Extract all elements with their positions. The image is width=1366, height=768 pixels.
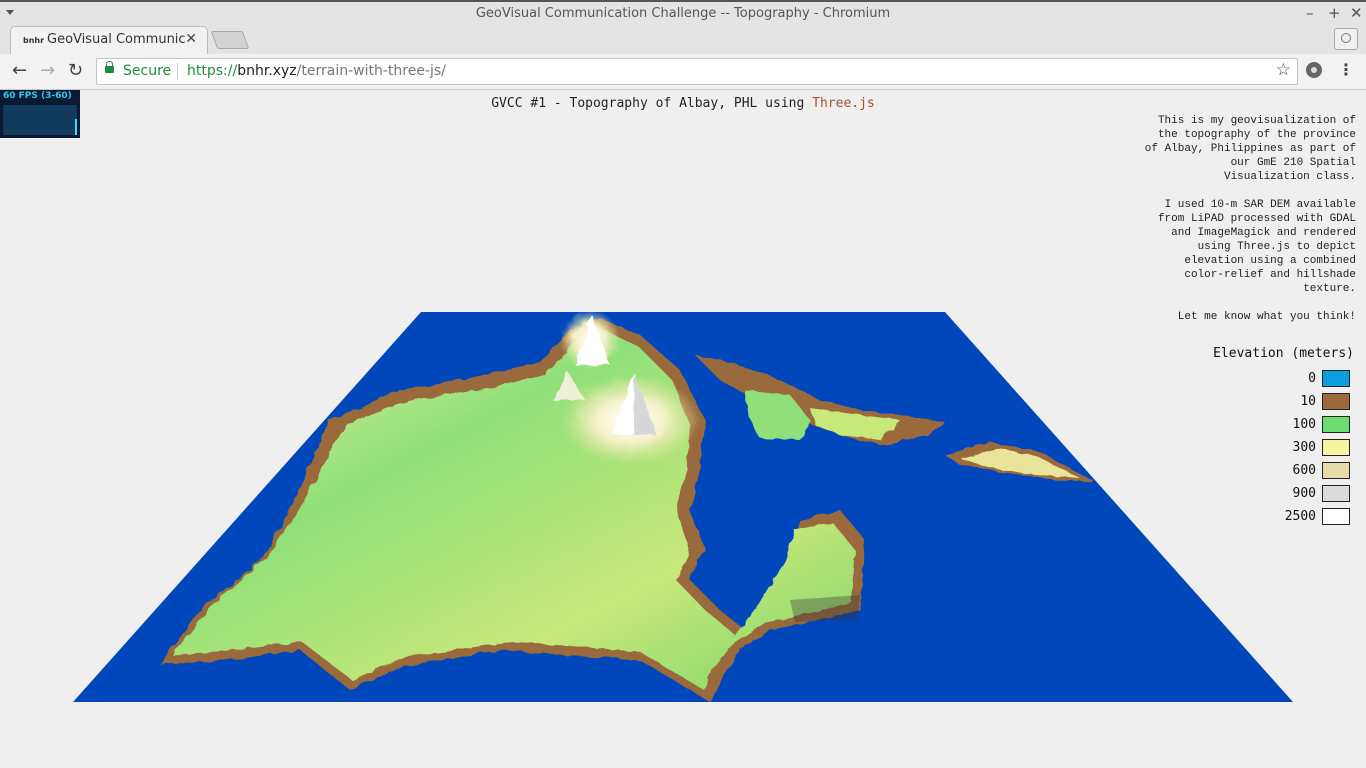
page-content: 60 FPS (3-60) GVCC #1 - Topography of Al… [0, 90, 1366, 768]
legend-swatch [1322, 416, 1350, 433]
page-title: GVCC #1 - Topography of Albay, PHL using… [0, 96, 1366, 111]
description-paragraph: I used 10-m SAR DEM available from LiPAD… [1157, 199, 1356, 295]
address-bar[interactable]: Secure https://bnhr.xyz/terrain-with-thr… [96, 58, 1298, 85]
maximize-icon[interactable]: + [1328, 4, 1341, 22]
window-titlebar: GeoVisual Communication Challenge -- Top… [0, 0, 1366, 26]
legend-swatch [1322, 370, 1350, 387]
back-icon[interactable]: ← [12, 60, 27, 81]
forward-icon[interactable]: → [40, 60, 55, 81]
page-title-text: GVCC #1 - Topography of Albay, PHL using [491, 96, 813, 111]
legend-title: Elevation (meters) [1213, 346, 1354, 361]
legend-swatch [1322, 393, 1350, 410]
url-scheme: https:// [187, 63, 238, 79]
legend-value: 10 [1300, 394, 1316, 409]
legend-row: 300 [1184, 438, 1354, 461]
description-paragraph: This is my geovisualization of the topog… [1144, 115, 1356, 183]
url-host: bnhr.xyz [237, 63, 297, 79]
tab-title: GeoVisual Communication Challenge -- Top… [47, 32, 185, 47]
legend-value: 0 [1308, 371, 1316, 386]
browser-toolbar: ← → ↻ Secure https://bnhr.xyz/terrain-wi… [0, 54, 1366, 90]
reload-icon[interactable]: ↻ [68, 60, 83, 81]
url-text[interactable]: https://bnhr.xyz/terrain-with-three-js/ [187, 63, 446, 79]
browser-tab[interactable]: bnhr GeoVisual Communication Challenge -… [10, 26, 208, 54]
bookmark-star-icon[interactable]: ☆ [1276, 60, 1291, 80]
tab-strip: bnhr GeoVisual Communication Challenge -… [0, 26, 1366, 54]
legend-value: 2500 [1284, 509, 1316, 524]
legend-value: 900 [1292, 486, 1316, 501]
browser-menu-icon[interactable]: ⋮ [1338, 60, 1354, 79]
profile-icon[interactable] [1334, 28, 1358, 50]
legend-value: 100 [1292, 417, 1316, 432]
legend-row: 2500 [1184, 507, 1354, 530]
favicon-icon: bnhr [23, 36, 45, 45]
legend-swatch [1322, 508, 1350, 525]
secure-label: Secure [123, 63, 172, 79]
window-title: GeoVisual Communication Challenge -- Top… [475, 6, 891, 21]
legend-swatch [1322, 439, 1350, 456]
divider [177, 63, 178, 80]
legend-row: 100 [1184, 415, 1354, 438]
legend-row: 10 [1184, 392, 1354, 415]
minimize-icon[interactable]: – [1306, 4, 1314, 22]
legend-row: 0 [1184, 369, 1354, 392]
extension-icon[interactable] [1306, 62, 1322, 78]
legend-row: 600 [1184, 461, 1354, 484]
threejs-link[interactable]: Three.js [812, 96, 875, 111]
legend-value: 600 [1292, 463, 1316, 478]
elevation-legend: Elevation (meters) 0 10 100 300 600 900 … [1184, 346, 1354, 530]
legend-row: 900 [1184, 484, 1354, 507]
description-paragraph: Let me know what you think! [1177, 311, 1356, 323]
new-tab-button[interactable] [210, 31, 250, 49]
legend-value: 300 [1292, 440, 1316, 455]
tab-close-icon[interactable]: ✕ [185, 31, 197, 47]
url-path: /terrain-with-three-js/ [296, 63, 446, 79]
lock-icon [105, 61, 114, 73]
close-window-icon[interactable]: ✕ [1350, 4, 1363, 22]
description-panel: This is my geovisualization of the topog… [1141, 114, 1356, 338]
legend-swatch [1322, 485, 1350, 502]
legend-swatch [1322, 462, 1350, 479]
fps-graph-bar [75, 119, 77, 135]
